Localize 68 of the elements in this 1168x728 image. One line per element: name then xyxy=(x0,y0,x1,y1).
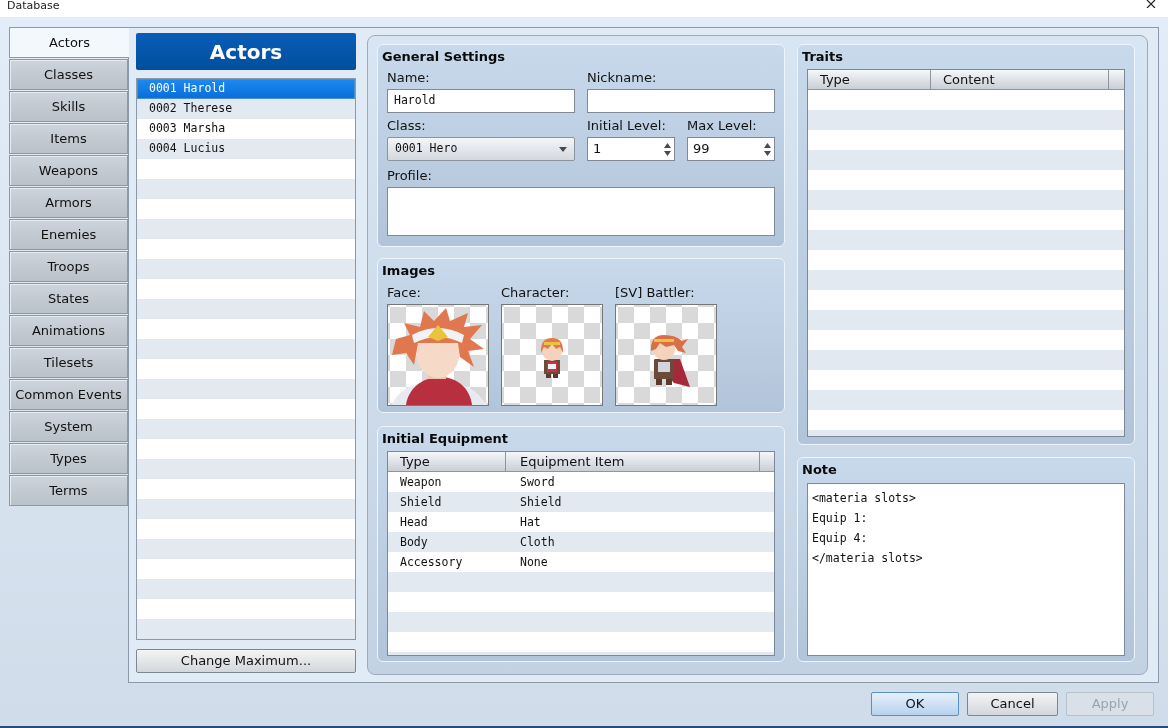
group-title: General Settings xyxy=(382,49,506,65)
table-cell: Hat xyxy=(520,515,541,529)
dialog-button[interactable]: Cancel xyxy=(967,692,1058,716)
table-cell: Accessory xyxy=(400,555,463,569)
column-header: Type xyxy=(808,70,931,89)
tab[interactable]: Animations xyxy=(9,315,128,346)
dialog-button[interactable]: OK xyxy=(871,692,959,716)
tab[interactable]: Actors xyxy=(9,27,129,58)
tab[interactable]: Common Events xyxy=(9,379,128,410)
tab[interactable]: Classes xyxy=(9,59,128,90)
note-field[interactable]: <materia slots> Equip 1: Equip 4: </materia slots> xyxy=(807,483,1125,656)
profile-field[interactable] xyxy=(387,187,775,236)
tab[interactable]: Troops xyxy=(9,251,128,282)
table-cell: Shield xyxy=(520,495,562,509)
column-header: Type xyxy=(388,452,506,471)
field-label: Character: xyxy=(501,285,571,300)
table-cell: Head xyxy=(400,515,428,529)
header-filler xyxy=(1109,70,1124,89)
list-item[interactable]: 0001 Harold xyxy=(137,79,355,99)
character-portrait-drawing[interactable] xyxy=(387,304,489,406)
table-cell: Sword xyxy=(520,475,555,489)
spinner-arrows-icon[interactable] xyxy=(764,142,771,156)
field-label: Profile: xyxy=(387,168,433,183)
close-icon[interactable] xyxy=(1146,0,1156,8)
field-label: Nickname: xyxy=(587,70,658,85)
field-label: Face: xyxy=(387,285,422,300)
table-cell: Cloth xyxy=(520,535,555,549)
tab[interactable]: Items xyxy=(9,123,128,154)
spinner-arrows-icon[interactable] xyxy=(664,142,671,156)
tab[interactable]: System xyxy=(9,411,128,442)
max-level-spinbox[interactable]: 99 xyxy=(687,137,775,161)
window-title: Database xyxy=(7,0,60,12)
column-header: Content xyxy=(931,70,1109,89)
field-label: Class: xyxy=(387,118,427,133)
nickname-field[interactable] xyxy=(587,89,775,113)
tab[interactable]: Skills xyxy=(9,91,128,122)
tab[interactable]: Enemies xyxy=(9,219,128,250)
list-header-banner: Actors xyxy=(136,33,356,70)
group-title: Traits xyxy=(802,49,844,65)
tab[interactable]: Tilesets xyxy=(9,347,128,378)
tab[interactable]: Weapons xyxy=(9,155,128,186)
column-header: Equipment Item xyxy=(506,452,760,471)
table-cell: Shield xyxy=(400,495,442,509)
field-label: Name: xyxy=(387,70,431,85)
battler-sprite-drawing[interactable] xyxy=(615,304,717,406)
field-label: Max Level: xyxy=(687,118,758,133)
table-cell: None xyxy=(520,555,548,569)
group-title: Images xyxy=(382,263,435,279)
list-item[interactable]: 0003 Marsha xyxy=(137,119,355,139)
field-label: [SV] Battler: xyxy=(615,285,696,300)
list-item[interactable]: 0002 Therese xyxy=(137,99,355,119)
class-dropdown[interactable]: 0001 Hero xyxy=(387,137,575,161)
header-filler xyxy=(760,452,774,471)
name-field[interactable]: Harold xyxy=(387,89,575,113)
caret-down-icon xyxy=(559,146,567,152)
group-title: Initial Equipment xyxy=(382,431,508,447)
character-sprite-drawing[interactable] xyxy=(501,304,603,406)
group-title: Note xyxy=(802,462,837,478)
tab[interactable]: Types xyxy=(9,443,128,474)
change-maximum-button[interactable]: Change Maximum... xyxy=(136,649,356,673)
tab[interactable]: Armors xyxy=(9,187,128,218)
table-cell: Body xyxy=(400,535,428,549)
list-item[interactable]: 0004 Lucius xyxy=(137,139,355,159)
tab[interactable]: Terms xyxy=(9,475,128,506)
initial-level-spinbox[interactable]: 1 xyxy=(587,137,675,161)
table-cell: Weapon xyxy=(400,475,442,489)
tab[interactable]: States xyxy=(9,283,128,314)
field-label: Initial Level: xyxy=(587,118,667,133)
